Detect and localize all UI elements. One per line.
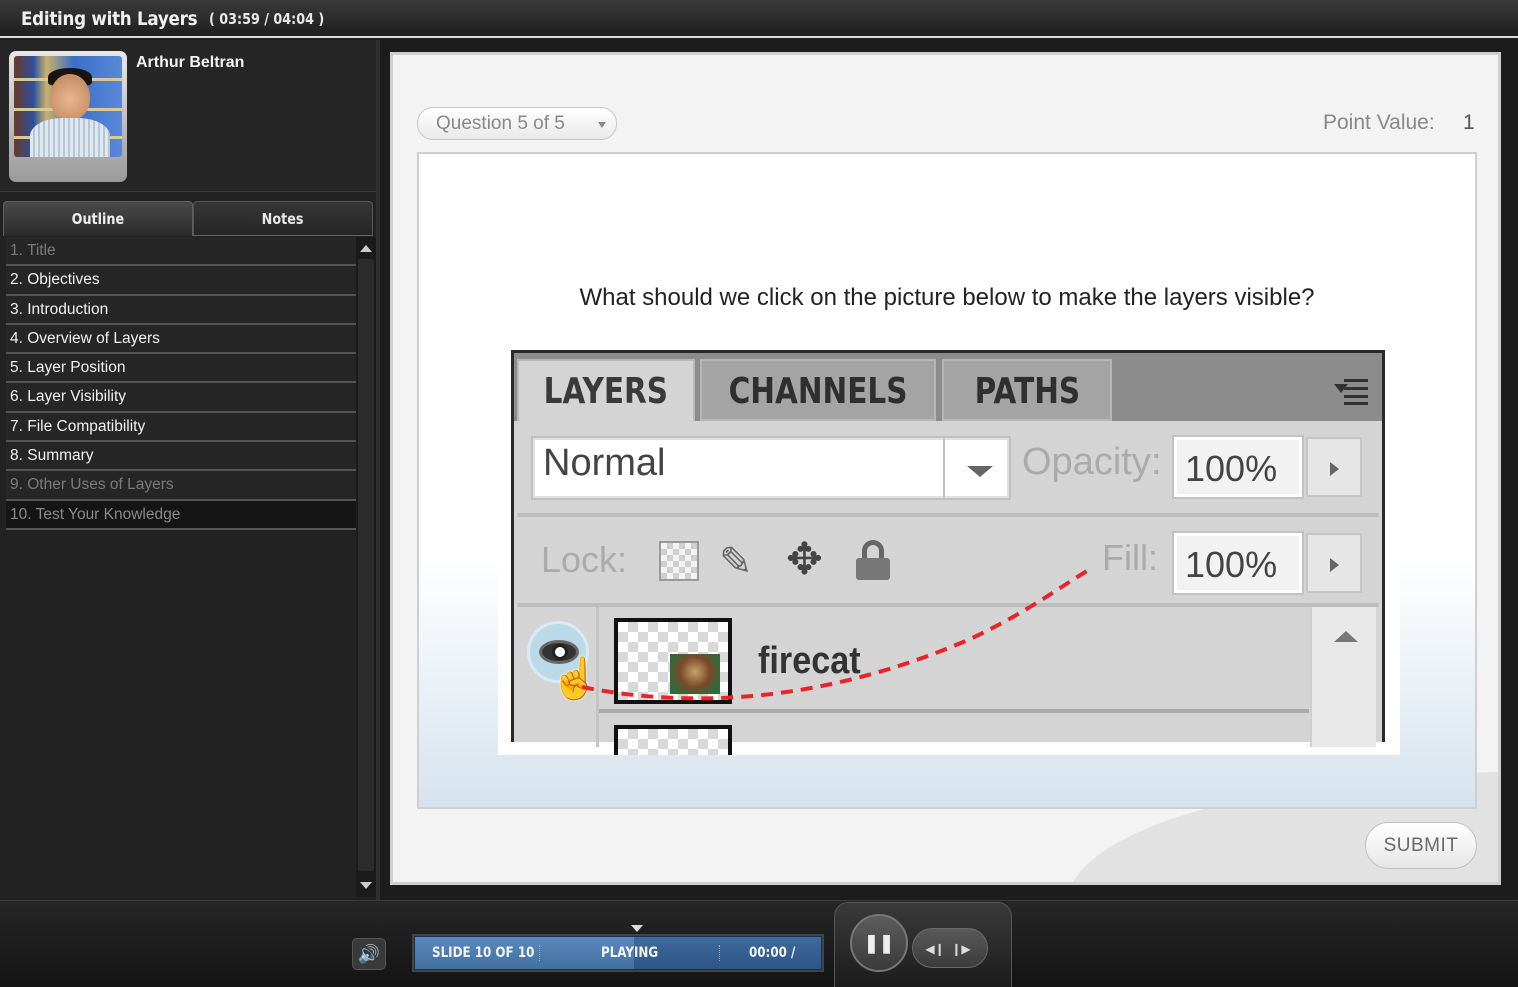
volume-icon[interactable]: 🔊 — [352, 938, 386, 970]
presenter-photo-frame — [9, 51, 127, 182]
playhead-marker[interactable] — [631, 925, 643, 932]
elapsed-time: ( 03:59 / 04:04 ) — [209, 10, 325, 28]
presenter-name: Arthur Beltran — [136, 54, 245, 71]
slide-counter: SLIDE 10 OF 10 — [432, 945, 535, 961]
progress-bar[interactable]: SLIDE 10 OF 10 PLAYING 00:00 / — [412, 934, 824, 972]
dashed-guide-line — [581, 566, 1094, 701]
scroll-up-icon[interactable] — [360, 245, 372, 252]
outline-item-overview-of-layers[interactable]: 4. Overview of Layers — [6, 324, 356, 355]
chevron-down-icon — [598, 122, 606, 128]
question-selector[interactable]: Question 5 of 5 — [417, 107, 617, 140]
outline-item-other-uses-of-layers[interactable]: 9. Other Uses of Layers — [6, 471, 356, 501]
presenter-photo — [14, 56, 122, 157]
outline-item-summary[interactable]: 8. Summary — [6, 442, 356, 472]
scrollbar-thumb[interactable] — [358, 259, 374, 871]
outline-item-layer-visibility[interactable]: 6. Layer Visibility — [6, 383, 356, 413]
sidebar-tabs: Outline Notes — [3, 201, 373, 236]
outline-item-file-compatibility[interactable]: 7. File Compatibility — [6, 412, 356, 443]
question-card: What should we click on the picture belo… — [417, 152, 1477, 809]
outline-list: 1. Title 2. Objectives 3. Introduction 4… — [6, 237, 356, 530]
point-value: 1 — [1463, 111, 1475, 134]
presenter-panel: Arthur Beltran — [0, 40, 376, 192]
question-selector-label: Question 5 of 5 — [436, 113, 565, 134]
layers-panel-image[interactable]: LAYERS CHANNELS PATHS Normal Opacity: 10… — [498, 350, 1400, 755]
sidebar: Arthur Beltran Outline Notes 1. Title 2.… — [0, 40, 380, 900]
tab-notes[interactable]: Notes — [193, 201, 373, 236]
outline-item-title[interactable]: 1. Title — [6, 237, 356, 267]
question-prompt: What should we click on the picture belo… — [579, 284, 1315, 311]
skip-controls: ◀❙ ❙▶ — [912, 928, 988, 968]
tab-outline[interactable]: Outline — [3, 201, 193, 236]
pause-button[interactable]: ❚❚ — [850, 914, 908, 972]
submit-button[interactable]: SUBMIT — [1365, 822, 1477, 869]
outline-item-objectives[interactable]: 2. Objectives — [6, 266, 356, 296]
playback-status: PLAYING — [601, 945, 659, 961]
outline-item-layer-position[interactable]: 5. Layer Position — [6, 354, 356, 384]
title-bar: Editing with Layers ( 03:59 / 04:04 ) — [0, 0, 1518, 38]
outline-scrollbar[interactable] — [356, 237, 376, 897]
course-title: Editing with Layers — [21, 8, 198, 30]
slide-stage: Question 5 of 5 Point Value: 1 What shou… — [390, 52, 1501, 885]
playback-timer: 00:00 / — [749, 945, 796, 961]
outline-item-introduction[interactable]: 3. Introduction — [6, 295, 356, 325]
scroll-down-icon[interactable] — [360, 882, 372, 889]
previous-slide-button[interactable]: ◀❙ — [925, 939, 945, 959]
next-slide-button[interactable]: ❙▶ — [951, 939, 971, 959]
point-value-label: Point Value: — [1323, 111, 1435, 134]
outline-item-test-your-knowledge[interactable]: 10. Test Your Knowledge — [6, 500, 356, 530]
